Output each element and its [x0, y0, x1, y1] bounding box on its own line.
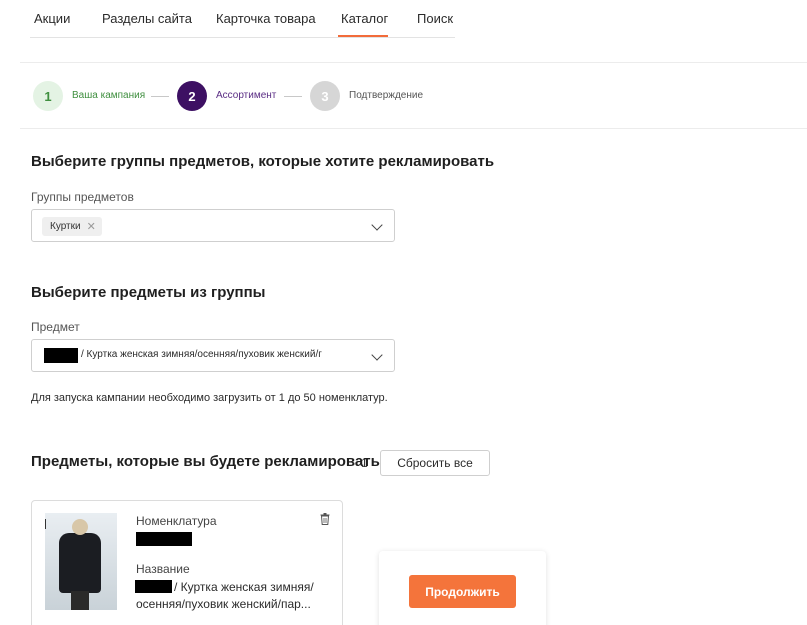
- redacted-block: [44, 348, 78, 363]
- tab-catalog[interactable]: Каталог: [341, 11, 388, 26]
- chip-remove-icon[interactable]: ✕: [87, 220, 96, 233]
- tab-site-sections[interactable]: Разделы сайта: [102, 11, 192, 26]
- trash-icon[interactable]: [320, 513, 330, 525]
- item-select[interactable]: / Куртка женская зимняя/осенняя/пуховик …: [31, 339, 395, 372]
- groups-field-label: Группы предметов: [31, 190, 134, 204]
- continue-panel: Продолжить: [379, 551, 546, 625]
- groups-section-title: Выберите группы предметов, которые хотит…: [31, 153, 495, 170]
- nomenclature-label: Номенклатура: [136, 514, 217, 528]
- step-connector: [284, 96, 302, 97]
- step-2-label: Ассортимент: [216, 90, 277, 101]
- name-label: Название: [136, 562, 190, 576]
- step-1-label: Ваша кампания: [72, 90, 146, 101]
- selected-group-chip: Куртки ✕: [42, 217, 102, 236]
- step-2-circle: 2: [177, 81, 207, 111]
- selected-item-text: / Куртка женская зимняя/осенняя/пуховик …: [81, 349, 322, 360]
- step-3-circle: 3: [310, 81, 340, 111]
- product-card: Номенклатура Название / Куртка женская з…: [31, 500, 343, 625]
- divider: [20, 128, 807, 129]
- active-tab-indicator: [338, 35, 388, 37]
- selected-count: 1: [361, 456, 368, 470]
- chevron-down-icon[interactable]: [371, 349, 383, 361]
- items-section-title: Выберите предметы из группы: [31, 284, 266, 301]
- chip-label: Куртки: [50, 221, 81, 232]
- groups-select[interactable]: Куртки ✕: [31, 209, 395, 242]
- continue-button[interactable]: Продолжить: [409, 575, 516, 608]
- step-1-circle: 1: [33, 81, 63, 111]
- reset-all-button[interactable]: Сбросить все: [380, 450, 490, 476]
- divider: [20, 62, 807, 63]
- step-connector: [151, 96, 169, 97]
- chevron-down-icon[interactable]: [371, 219, 383, 231]
- item-field-label: Предмет: [31, 320, 80, 334]
- redacted-nomenclature: [136, 532, 192, 546]
- step-3-label: Подтверждение: [349, 90, 424, 101]
- product-name: / Куртка женская зимняя/ осенняя/пуховик…: [136, 580, 314, 611]
- tab-search[interactable]: Поиск: [417, 11, 453, 26]
- product-photo: [45, 513, 117, 610]
- selected-section-title: Предметы, которые вы будете рекламироват…: [31, 453, 380, 470]
- top-tabs: Акции Разделы сайта Карточка товара Ката…: [30, 0, 455, 38]
- tab-promotions[interactable]: Акции: [34, 11, 70, 26]
- limit-hint: Для запуска кампании необходимо загрузит…: [31, 392, 388, 404]
- tab-product-card[interactable]: Карточка товара: [216, 11, 316, 26]
